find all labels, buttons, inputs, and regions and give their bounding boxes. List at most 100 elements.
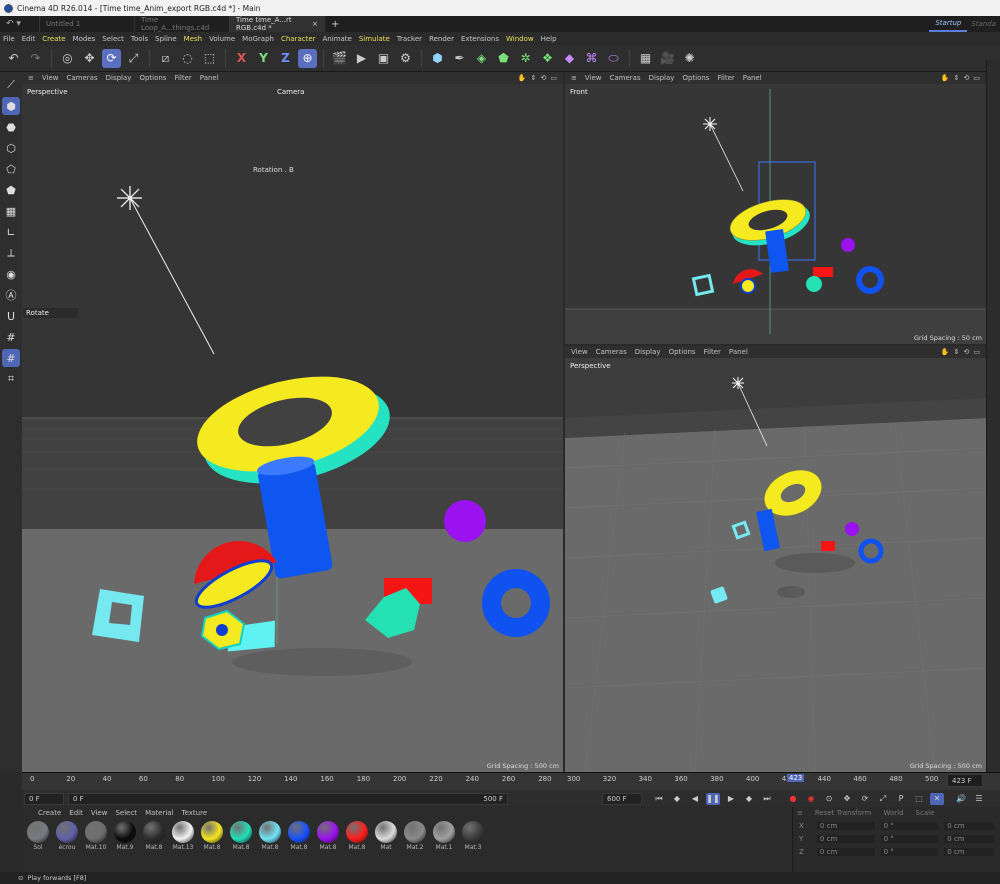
material-item[interactable]: Mat.9 — [111, 821, 139, 851]
field-icon[interactable]: ❖ — [538, 49, 557, 68]
scale-field[interactable]: 0 cm — [944, 821, 994, 830]
pause-icon[interactable]: ❚❚ — [706, 792, 720, 805]
rotation-field[interactable]: 0 ° — [880, 847, 939, 856]
material-menu-select[interactable]: Select — [115, 809, 137, 817]
viewport-front[interactable]: ≡ View Cameras Display Options Filter Pa… — [565, 72, 986, 344]
menu-select[interactable]: Select — [102, 35, 124, 43]
vp-menu-view[interactable]: View — [585, 74, 602, 82]
material-swatch[interactable] — [27, 821, 49, 843]
world-coords-icon[interactable]: ⊕ — [298, 48, 317, 68]
material-item[interactable]: Mat.8 — [198, 821, 226, 851]
layout-startup[interactable]: Startup — [929, 16, 968, 32]
vp-menu-display[interactable]: Display — [106, 74, 132, 82]
material-swatch[interactable] — [346, 821, 368, 843]
redo-icon[interactable]: ↷ — [26, 49, 45, 68]
camera-icon[interactable]: 🎥 — [658, 49, 677, 68]
viewport-main[interactable]: ≡ View Cameras Display Options Filter Pa… — [22, 72, 563, 772]
texture-mode-icon[interactable]: ⬣ — [2, 118, 20, 136]
material-item[interactable]: Mat.1 — [430, 821, 458, 851]
uv-mode-icon[interactable]: ▦ — [2, 202, 20, 220]
layout-standard[interactable]: Standa — [967, 20, 1000, 28]
viewport-menu-icon[interactable]: ≡ — [571, 74, 577, 82]
current-frame-field[interactable]: 423 F — [947, 774, 983, 787]
rotation-key-icon[interactable]: ⟳ — [858, 793, 872, 805]
menu-simulate[interactable]: Simulate — [359, 35, 390, 43]
playhead-marker[interactable]: 423 — [787, 774, 805, 782]
tweak-icon[interactable]: ⟂ — [2, 244, 20, 262]
maximize-icon[interactable]: ▭ — [973, 348, 980, 356]
material-swatch[interactable] — [317, 821, 339, 843]
magnet-icon[interactable]: U — [2, 307, 20, 325]
material-swatch[interactable] — [114, 821, 136, 843]
menu-animate[interactable]: Animate — [323, 35, 352, 43]
material-item[interactable]: Mat.8 — [314, 821, 342, 851]
position-field[interactable]: 0 cm — [816, 847, 875, 856]
maximize-icon[interactable]: ▭ — [973, 74, 980, 82]
pan-icon[interactable]: ✋ — [941, 348, 950, 356]
vp-menu-display[interactable]: Display — [635, 348, 661, 356]
menu-mograph[interactable]: MoGraph — [242, 35, 274, 43]
pan-icon[interactable]: ✋ — [941, 74, 950, 82]
vp-menu-panel[interactable]: Panel — [743, 74, 762, 82]
edges-mode-icon[interactable]: ⬠ — [2, 160, 20, 178]
material-item[interactable]: Mat.8 — [227, 821, 255, 851]
extrude-icon[interactable]: ⬟ — [494, 49, 513, 68]
menu-tools[interactable]: Tools — [131, 35, 148, 43]
pla-key-icon[interactable]: ⬚ — [912, 793, 926, 805]
material-swatch[interactable] — [201, 821, 223, 843]
tab-time-time[interactable]: Time time_A...rt RGB.c4d * × — [230, 16, 325, 32]
material-swatch[interactable] — [259, 821, 281, 843]
viewport-name-perspective[interactable]: Perspective — [24, 87, 71, 97]
material-item[interactable]: Mat.8 — [285, 821, 313, 851]
render-to-picture-viewer-icon[interactable]: ▣ — [374, 49, 393, 68]
material-swatch[interactable] — [288, 821, 310, 843]
zoom-icon[interactable]: ⇕ — [954, 348, 960, 356]
position-key-icon[interactable]: ✥ — [840, 793, 854, 805]
menu-character[interactable]: Character — [281, 35, 316, 43]
viewport-name-perspective[interactable]: Perspective — [567, 361, 614, 371]
render-region-icon[interactable]: 🎬 — [330, 49, 349, 68]
grid-snap-icon[interactable]: # — [2, 349, 20, 367]
light-icon[interactable]: ✺ — [680, 49, 699, 68]
render-view-icon[interactable]: ▶ — [352, 49, 371, 68]
vp-menu-view[interactable]: View — [42, 74, 59, 82]
previous-key-icon[interactable]: ◆ — [670, 793, 684, 805]
coord-system-dropdown[interactable]: World — [883, 809, 903, 817]
z-axis-lock[interactable]: Z — [276, 49, 295, 68]
material-menu-edit[interactable]: Edit — [69, 809, 83, 817]
menu-render[interactable]: Render — [429, 35, 454, 43]
end-frame-field[interactable]: 600 F — [602, 792, 642, 805]
menu-window[interactable]: Window — [506, 35, 534, 43]
material-menu-view[interactable]: View — [91, 809, 108, 817]
vp-menu-filter[interactable]: Filter — [174, 74, 191, 82]
menu-create[interactable]: Create — [42, 35, 65, 43]
menu-edit[interactable]: Edit — [22, 35, 36, 43]
points-mode-icon[interactable]: ⬡ — [2, 139, 20, 157]
preview-range-slider[interactable]: 0 F 500 F — [68, 792, 508, 805]
rotation-field[interactable]: 0 ° — [880, 834, 939, 843]
start-frame-field[interactable]: 0 F — [24, 792, 64, 805]
zoom-icon[interactable]: ⇕ — [954, 74, 960, 82]
tab-untitled[interactable]: Untitled 1 — [40, 16, 135, 32]
deformer-icon[interactable]: ◆ — [560, 49, 579, 68]
material-item[interactable]: Mat.10 — [82, 821, 110, 851]
rotation-field[interactable]: 0 ° — [880, 821, 939, 830]
knife-icon[interactable]: ⧄ — [156, 49, 175, 68]
material-item[interactable]: écrou — [53, 821, 81, 851]
material-swatch[interactable] — [375, 821, 397, 843]
reset-transform-button[interactable]: Reset Transform — [815, 809, 872, 817]
material-swatch[interactable] — [433, 821, 455, 843]
material-swatch[interactable] — [143, 821, 165, 843]
polygons-mode-icon[interactable]: ⬟ — [2, 181, 20, 199]
vp-menu-cameras[interactable]: Cameras — [596, 348, 627, 356]
previous-frame-icon[interactable]: ◀ — [688, 793, 702, 805]
timeline-ruler[interactable]: 0 20 40 60 80 100 120 140 160 180 200 220 240 260 280 3… — [22, 772, 1000, 790]
material-item[interactable]: Mat.13 — [169, 821, 197, 851]
menu-mesh[interactable]: Mesh — [184, 35, 202, 43]
object-manager-strip[interactable] — [986, 60, 1000, 772]
tag-icon[interactable]: ⬭ — [604, 49, 623, 68]
menu-tracker[interactable]: Tracker — [397, 35, 422, 43]
vp-menu-view[interactable]: View — [571, 348, 588, 356]
material-swatch[interactable] — [404, 821, 426, 843]
material-menu-texture[interactable]: Texture — [182, 809, 208, 817]
